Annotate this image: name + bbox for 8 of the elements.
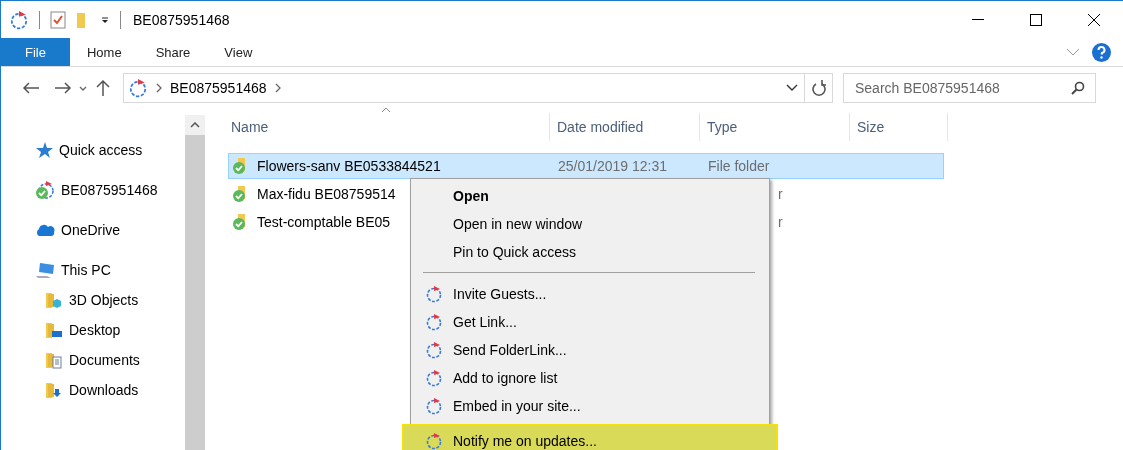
file-name: Max-fidu BE08759514 — [257, 186, 396, 202]
file-name: Flowers-sanv BE0533844521 — [257, 158, 441, 174]
window-title: BE0875951468 — [133, 11, 230, 28]
type-cell: r — [778, 186, 783, 202]
file-name: Test-comptable BE05 — [257, 214, 391, 230]
type-cell: r — [778, 214, 783, 230]
date-cell: 25/01/2019 12:31 — [558, 158, 667, 174]
type-cell: File folder — [708, 158, 770, 174]
